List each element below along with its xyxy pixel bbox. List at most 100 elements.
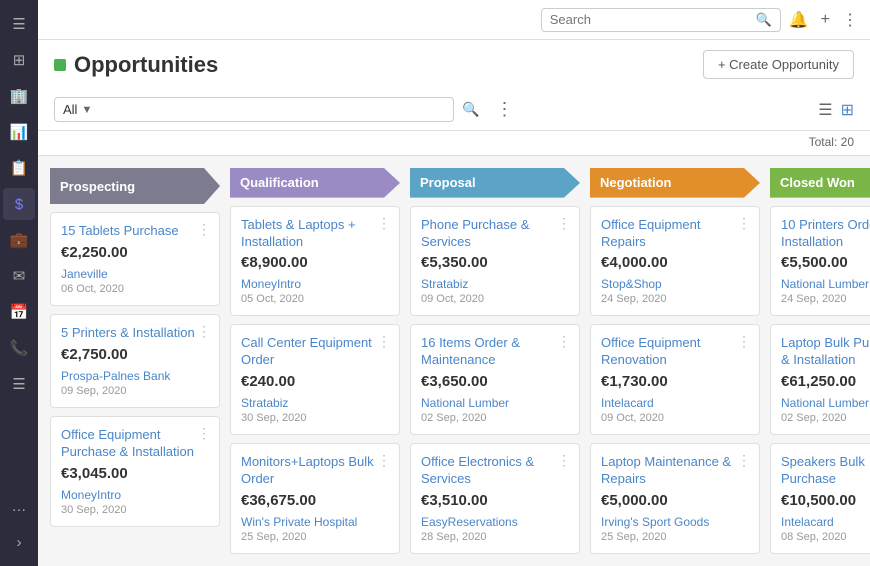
column-closed: Closed Won ⋮ 10 Printers Order & Install… bbox=[770, 168, 870, 554]
sidebar-chart[interactable]: 📊 bbox=[3, 116, 35, 148]
card-title: Tablets & Laptops + Installation bbox=[241, 217, 375, 251]
card-amount: €4,000.00 bbox=[601, 254, 749, 271]
card-company: Win's Private Hospital bbox=[241, 515, 389, 529]
table-row[interactable]: ⋮ Tablets & Laptops + Installation €8,90… bbox=[230, 206, 400, 317]
table-row[interactable]: ⋮ Monitors+Laptops Bulk Order €36,675.00… bbox=[230, 443, 400, 554]
card-amount: €3,650.00 bbox=[421, 373, 569, 390]
card-title: 5 Printers & Installation bbox=[61, 325, 195, 342]
main-content: 🔍 🔔 + ⋮ Opportunities + Create Opportuni… bbox=[38, 0, 870, 566]
card-date: 24 Sep, 2020 bbox=[781, 293, 870, 305]
table-row[interactable]: ⋮ Laptop Maintenance & Repairs €5,000.00… bbox=[590, 443, 760, 554]
card-company: Stop&Shop bbox=[601, 277, 749, 291]
topbar-icons: 🔔 + ⋮ bbox=[789, 10, 858, 30]
table-row[interactable]: ⋮ Call Center Equipment Order €240.00 St… bbox=[230, 324, 400, 435]
bell-icon[interactable]: 🔔 bbox=[789, 10, 809, 30]
card-title: 10 Printers Order & Installation bbox=[781, 217, 870, 251]
card-menu-icon[interactable]: ⋮ bbox=[377, 452, 391, 469]
page-title-text: Opportunities bbox=[74, 52, 218, 78]
sidebar-building[interactable]: 🏢 bbox=[3, 80, 35, 112]
kanban-view-icon[interactable]: ⊞ bbox=[841, 100, 854, 120]
sidebar-menu[interactable]: ☰ bbox=[3, 8, 35, 40]
card-menu-icon[interactable]: ⋮ bbox=[737, 333, 751, 350]
table-row[interactable]: ⋮ Office Equipment Repairs €4,000.00 Sto… bbox=[590, 206, 760, 317]
card-title: 16 Items Order & Maintenance bbox=[421, 335, 555, 369]
search-input[interactable] bbox=[550, 12, 750, 27]
card-date: 09 Oct, 2020 bbox=[421, 293, 569, 305]
card-amount: €2,750.00 bbox=[61, 346, 209, 363]
card-date: 02 Sep, 2020 bbox=[421, 412, 569, 424]
sidebar-phone[interactable]: 📞 bbox=[3, 332, 35, 364]
title-dot bbox=[54, 59, 66, 71]
sidebar-clipboard[interactable]: 📋 bbox=[3, 152, 35, 184]
table-row[interactable]: ⋮ 5 Printers & Installation €2,750.00 Pr… bbox=[50, 314, 220, 408]
page-title-row: Opportunities + Create Opportunity bbox=[54, 50, 854, 79]
card-menu-icon[interactable]: ⋮ bbox=[557, 215, 571, 232]
card-amount: €3,045.00 bbox=[61, 465, 209, 482]
sidebar-dollar[interactable]: $ bbox=[3, 188, 35, 220]
column-header-negotiation: Negotiation bbox=[590, 168, 760, 198]
filter-options-icon[interactable]: ⋮ bbox=[495, 99, 513, 120]
sidebar-mail[interactable]: ✉ bbox=[3, 260, 35, 292]
card-title: 15 Tablets Purchase bbox=[61, 223, 195, 240]
card-date: 30 Sep, 2020 bbox=[241, 412, 389, 424]
card-menu-icon[interactable]: ⋮ bbox=[737, 452, 751, 469]
card-date: 25 Sep, 2020 bbox=[241, 531, 389, 543]
search-box[interactable]: 🔍 bbox=[541, 8, 781, 32]
card-menu-icon[interactable]: ⋮ bbox=[557, 452, 571, 469]
filter-dropdown[interactable]: All ▼ bbox=[54, 97, 454, 122]
sidebar-calendar[interactable]: 📅 bbox=[3, 296, 35, 328]
card-company: Janeville bbox=[61, 267, 209, 281]
table-row[interactable]: ⋮ Laptop Bulk Purchase & Installation €6… bbox=[770, 324, 870, 435]
card-company: Irving's Sport Goods bbox=[601, 515, 749, 529]
card-menu-icon[interactable]: ⋮ bbox=[377, 333, 391, 350]
card-amount: €8,900.00 bbox=[241, 254, 389, 271]
card-title: Monitors+Laptops Bulk Order bbox=[241, 454, 375, 488]
topbar: 🔍 🔔 + ⋮ bbox=[38, 0, 870, 40]
list-view-icon[interactable]: ☰ bbox=[818, 100, 832, 120]
card-menu-icon[interactable]: ⋮ bbox=[737, 215, 751, 232]
card-title: Call Center Equipment Order bbox=[241, 335, 375, 369]
card-amount: €10,500.00 bbox=[781, 492, 870, 509]
table-row[interactable]: ⋮ Speakers Bulk Purchase €10,500.00 Inte… bbox=[770, 443, 870, 554]
sidebar-collapse[interactable]: › bbox=[3, 526, 35, 558]
card-date: 09 Oct, 2020 bbox=[601, 412, 749, 424]
card-date: 30 Sep, 2020 bbox=[61, 504, 209, 516]
card-amount: €5,000.00 bbox=[601, 492, 749, 509]
card-title: Laptop Maintenance & Repairs bbox=[601, 454, 735, 488]
card-menu-icon[interactable]: ⋮ bbox=[197, 221, 211, 238]
card-title: Office Electronics & Services bbox=[421, 454, 555, 488]
sidebar-grid[interactable]: ⊞ bbox=[3, 44, 35, 76]
table-row[interactable]: ⋮ 16 Items Order & Maintenance €3,650.00… bbox=[410, 324, 580, 435]
card-company: Intelacard bbox=[601, 396, 749, 410]
plus-icon[interactable]: + bbox=[821, 11, 830, 29]
table-row[interactable]: ⋮ Office Equipment Renovation €1,730.00 … bbox=[590, 324, 760, 435]
table-row[interactable]: ⋮ Office Electronics & Services €3,510.0… bbox=[410, 443, 580, 554]
card-amount: €240.00 bbox=[241, 373, 389, 390]
filter-search-icon[interactable]: 🔍 bbox=[462, 101, 479, 118]
column-header-prospecting: Prospecting bbox=[50, 168, 220, 204]
card-menu-icon[interactable]: ⋮ bbox=[557, 333, 571, 350]
card-company: Stratabiz bbox=[241, 396, 389, 410]
table-row[interactable]: ⋮ 15 Tablets Purchase €2,250.00 Janevill… bbox=[50, 212, 220, 306]
table-row[interactable]: ⋮ Phone Purchase & Services €5,350.00 St… bbox=[410, 206, 580, 317]
sidebar-list[interactable]: ☰ bbox=[3, 368, 35, 400]
create-opportunity-button[interactable]: + Create Opportunity bbox=[703, 50, 854, 79]
card-company: National Lumber bbox=[781, 277, 870, 291]
table-row[interactable]: ⋮ Office Equipment Purchase & Installati… bbox=[50, 416, 220, 527]
card-title: Office Equipment Renovation bbox=[601, 335, 735, 369]
table-row[interactable]: ⋮ 10 Printers Order & Installation €5,50… bbox=[770, 206, 870, 317]
card-title: Office Equipment Repairs bbox=[601, 217, 735, 251]
card-menu-icon[interactable]: ⋮ bbox=[197, 323, 211, 340]
card-date: 09 Sep, 2020 bbox=[61, 385, 209, 397]
filter-label: All bbox=[63, 102, 77, 117]
total-label: Total: 20 bbox=[809, 135, 854, 149]
card-menu-icon[interactable]: ⋮ bbox=[197, 425, 211, 442]
card-date: 25 Sep, 2020 bbox=[601, 531, 749, 543]
kebab-icon[interactable]: ⋮ bbox=[842, 10, 858, 30]
total-row: Total: 20 bbox=[38, 131, 870, 156]
sidebar-briefcase[interactable]: 💼 bbox=[3, 224, 35, 256]
filter-row: All ▼ 🔍 ⋮ ☰ ⊞ bbox=[54, 89, 854, 130]
column-qualification: Qualification ⋮ Tablets & Laptops + Inst… bbox=[230, 168, 400, 554]
card-menu-icon[interactable]: ⋮ bbox=[377, 215, 391, 232]
sidebar-more[interactable]: … bbox=[3, 490, 35, 522]
